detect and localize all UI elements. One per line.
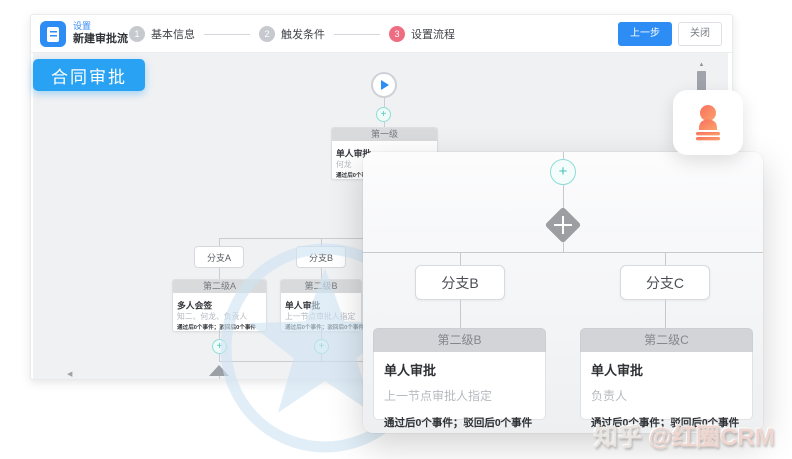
branch-a-box[interactable]: 分支A [194,246,244,268]
step-2-circle: 2 [259,26,275,42]
zoom-detail-panel: + 分支B 分支C 第二级B 单人审批 上一节点审批人指定 通过后0个事件；驳回… [363,152,763,433]
flow-line [219,238,220,246]
settings-label: 设置 [73,20,128,32]
scroll-up-arrow-icon[interactable]: ▲ [697,61,706,69]
node-type: 单人审批 [591,360,742,379]
node-assignee: 何龙 [336,158,352,170]
node-title: 第二级A [173,280,266,293]
approval-node-level2c-zoomed[interactable]: 第二级C 单人审批 负责人 通过后0个事件；驳回后0个事件 [580,328,753,420]
branch-split-line [219,238,384,239]
app-header: 设置 新建审批流 1 基本信息 2 触发条件 3 设置流程 [31,15,732,53]
start-node[interactable] [371,72,397,98]
branch-split-line [363,252,763,253]
workflow-app-icon [40,21,66,47]
approval-node-level2a[interactable]: 第二级A 多人会签 知二、何龙、负责人 通过后0个事件；驳回后0个事件 [172,279,267,332]
page-title: 新建审批流 [73,32,128,46]
step-1-circle: 1 [129,26,145,42]
flow-line [219,268,220,279]
flow-line [219,328,220,339]
step-set-process[interactable]: 3 设置流程 [389,26,455,42]
flow-line [384,98,385,107]
flow-line [563,242,564,252]
flow-line [321,268,322,279]
flow-line [321,238,322,246]
step-connector [334,34,380,35]
step-trigger-conditions[interactable]: 2 触发条件 [259,26,325,42]
zhihu-watermark: 知乎 @红圈CRM [594,417,775,452]
approval-node-level2b[interactable]: 第二级B 单人审批 上一节点审批人指定 通过后0个事件；驳回后0个事件 [280,279,362,332]
stamp-card [673,90,743,155]
app-titles: 设置 新建审批流 [73,20,128,46]
page: 设置 新建审批流 1 基本信息 2 触发条件 3 设置流程 [0,0,792,459]
branch-c-box[interactable]: 分支C [620,265,710,300]
node-title: 第二级C [580,328,753,352]
node-assignee: 上一节点审批人指定 [285,310,355,322]
add-node-icon[interactable]: + [550,159,576,185]
node-events: 通过后0个事件；驳回后0个事件 [384,414,532,430]
node-assignee: 上一节点审批人指定 [384,387,535,404]
flow-line [219,354,220,361]
play-icon [381,80,389,90]
branch-merge-line [219,361,384,362]
add-node-icon[interactable]: + [314,339,329,354]
flow-line [219,376,220,379]
flow-line [460,252,461,265]
wizard-steps: 1 基本信息 2 触发条件 3 设置流程 [129,15,455,53]
flow-line [321,328,322,339]
plus-icon [562,216,565,234]
branch-b-box[interactable]: 分支B [296,246,346,268]
contract-approval-badge: 合同审批 [33,59,145,91]
step-3-circle: 3 [389,26,405,42]
node-assignee: 负责人 [591,387,742,404]
node-title: 第二级B [373,328,546,352]
flow-line [665,300,666,328]
stamp-icon [691,104,725,142]
flow-line [460,300,461,328]
scroll-left-arrow-icon[interactable]: ◀ [67,370,72,378]
node-type: 单人审批 [384,360,535,379]
prev-step-button[interactable]: 上一步 [618,22,672,46]
node-events: 通过后0个事件；驳回后0个事件 [177,322,256,330]
add-node-icon[interactable]: + [212,339,227,354]
merge-triangle-icon [209,365,229,376]
node-title: 第一级 [332,128,437,141]
close-button[interactable]: 关闭 [678,22,722,46]
document-icon [47,27,59,42]
step-basic-info[interactable]: 1 基本信息 [129,26,195,42]
node-title: 第二级B [281,280,361,293]
node-events: 通过后0个事件；驳回后0个事件 [285,322,364,330]
add-node-icon[interactable]: + [376,107,391,122]
flow-line [665,252,666,265]
branch-b-box[interactable]: 分支B [415,265,505,300]
approval-node-level2b-zoomed[interactable]: 第二级B 单人审批 上一节点审批人指定 通过后0个事件；驳回后0个事件 [373,328,546,420]
step-connector [204,34,250,35]
header-buttons: 上一步 关闭 [618,22,722,46]
flow-line [563,152,564,159]
node-assignee: 知二、何龙、负责人 [177,310,247,322]
flow-line [321,354,322,361]
